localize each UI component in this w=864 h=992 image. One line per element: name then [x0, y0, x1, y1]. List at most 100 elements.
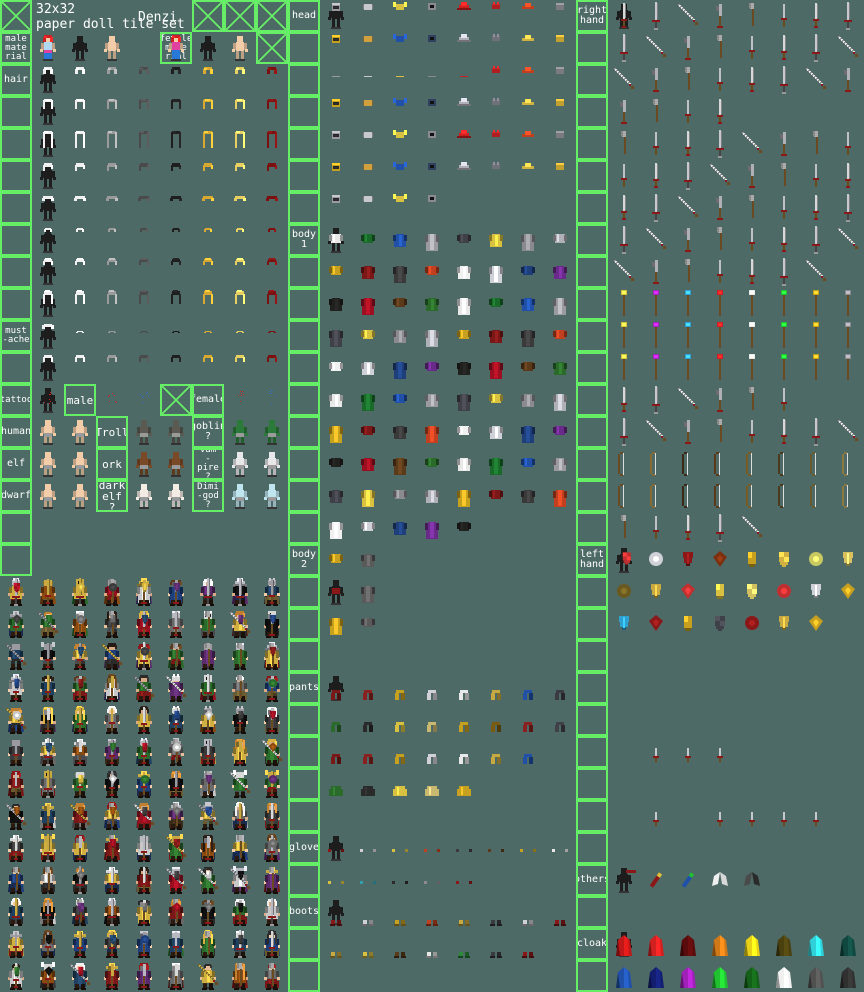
- boots-item-r0-c5: [480, 896, 512, 928]
- mustache-swatch-r8-c2: [128, 320, 160, 352]
- righthand-item-r6-c7: [832, 192, 864, 224]
- gallery-character-r10-c5: [160, 896, 192, 928]
- mustache-swatch-r9-c4: [192, 352, 224, 384]
- body1-item-r6-c3: [416, 416, 448, 448]
- head-item-r1-c7: [544, 32, 576, 64]
- body1-item-r4-c1: [352, 352, 384, 384]
- righthand-item-r16-c2: [672, 512, 704, 544]
- race-label-ork-2: ork: [96, 448, 128, 480]
- gallery-character-r7-c2: [64, 800, 96, 832]
- hair-swatch-r6-c4: [192, 256, 224, 288]
- gallery-character-r5-c5: [160, 736, 192, 768]
- material-doll-6: [224, 32, 256, 64]
- body1-item-r1-c6: [512, 256, 544, 288]
- righthand-item-r14-c4: [736, 448, 768, 480]
- body1-item-r7-c6: [512, 448, 544, 480]
- gallery-character-r9-c3: [96, 864, 128, 896]
- body1-item-r3-c6: [512, 320, 544, 352]
- righthand-item-r15-c7: [832, 480, 864, 512]
- race-label-goblin-6: goblin ?: [192, 416, 224, 448]
- left-label-empty-6: [0, 192, 32, 224]
- gallery-character-r1-c6: [192, 608, 224, 640]
- righthand-item-r8-c6: [800, 256, 832, 288]
- body1-item-r2-c1: [352, 288, 384, 320]
- head-item-r0-c2: [384, 0, 416, 32]
- righthand-item-r1-c6: [800, 32, 832, 64]
- body1-item-r8-c1: [352, 480, 384, 512]
- gallery-character-r2-c6: [192, 640, 224, 672]
- head-item-r4-c5: [480, 128, 512, 160]
- righthand-item-r2-c2: [672, 64, 704, 96]
- race-doll-r1-c5: [256, 448, 288, 480]
- gallery-character-r4-c8: [256, 704, 288, 736]
- race-doll-r2-c2: [128, 480, 160, 512]
- righthand-item-r11-c0: [608, 352, 640, 384]
- righthand-item-r7-c2: [672, 224, 704, 256]
- hair-swatch-r7-c0: [64, 288, 96, 320]
- body1-item-r7-c5: [480, 448, 512, 480]
- body2-item-r2-c1: [352, 608, 384, 640]
- righthand-item-r14-c0: [608, 448, 640, 480]
- righthand-item-r7-c1: [640, 224, 672, 256]
- mid-label-body-1-7: body 1: [288, 224, 320, 256]
- lefthand-item-r2-c4: [736, 608, 768, 640]
- right-label-empty-25: [576, 800, 608, 832]
- righthand-item-r7-c0: [608, 224, 640, 256]
- boots-item-r1-c6: [512, 928, 544, 960]
- righthand-item-r12-c2: [672, 384, 704, 416]
- righthand-item-r4-c6: [800, 128, 832, 160]
- pants-item-r1-c3: [416, 704, 448, 736]
- righthand-item-r1-c1: [640, 32, 672, 64]
- race-doll-r2-c3: [160, 480, 192, 512]
- head-item-r5-c6: [512, 160, 544, 192]
- righthand-item-r5-c6: [800, 160, 832, 192]
- hair-swatch-r1-c0: [64, 96, 96, 128]
- body1-item-r7-c3: [416, 448, 448, 480]
- boots-item-r0-c3: [416, 896, 448, 928]
- left-label-dwarf-15: dwarf: [0, 480, 32, 512]
- righthand-item-r0-c4: [736, 0, 768, 32]
- gallery-character-r5-c0: [0, 736, 32, 768]
- gallery-character-r4-c3: [96, 704, 128, 736]
- gallery-character-r9-c6: [192, 864, 224, 896]
- right-label-empty-2: [576, 64, 608, 96]
- righthand-item-r5-c1: [640, 160, 672, 192]
- righthand-item-r0-c3: [704, 0, 736, 32]
- gallery-character-r6-c6: [192, 768, 224, 800]
- hair-preview-row-4: [32, 192, 64, 224]
- right-label-empty-10: [576, 320, 608, 352]
- gallery-character-r9-c7: [224, 864, 256, 896]
- gallery-character-r6-c3: [96, 768, 128, 800]
- head-band-r2-c3: [416, 64, 448, 96]
- glove-item-r1-c4: [448, 864, 480, 896]
- gallery-character-r7-c1: [32, 800, 64, 832]
- author-label: Denzi: [138, 10, 178, 25]
- head-item-r5-c3: [416, 160, 448, 192]
- misc-item-r0-c3: [704, 736, 736, 768]
- pants-item-r2-c0: [320, 736, 352, 768]
- misc-item-r1-c1: [640, 800, 672, 832]
- body1-item-r0-c5: [480, 224, 512, 256]
- righthand-item-r3-c2: [672, 96, 704, 128]
- body1-item-r5-c1: [352, 384, 384, 416]
- righthand-item-r8-c1: [640, 256, 672, 288]
- race-doll-r0-c2: [128, 416, 160, 448]
- gallery-character-r10-c4: [128, 896, 160, 928]
- mustache-swatch-r9-c5: [224, 352, 256, 384]
- pants-item-r0-c2: [384, 672, 416, 704]
- righthand-item-r5-c2: [672, 160, 704, 192]
- hair-swatch-r4-c0: [64, 192, 96, 224]
- gallery-character-r0-c5: [160, 576, 192, 608]
- pants-item-r0-c4: [448, 672, 480, 704]
- gallery-character-r11-c5: [160, 928, 192, 960]
- body1-item-r2-c4: [448, 288, 480, 320]
- left-label-empty-8: [0, 256, 32, 288]
- body1-item-r8-c7: [544, 480, 576, 512]
- righthand-item-r6-c4: [736, 192, 768, 224]
- others-item-wand-2: [672, 864, 704, 896]
- head-item-r6-c3: [416, 192, 448, 224]
- gallery-character-r1-c5: [160, 608, 192, 640]
- righthand-item-r13-c1: [640, 416, 672, 448]
- race-label-xbox-4: [160, 384, 192, 416]
- right-label-right-hand-0: right hand: [576, 0, 608, 32]
